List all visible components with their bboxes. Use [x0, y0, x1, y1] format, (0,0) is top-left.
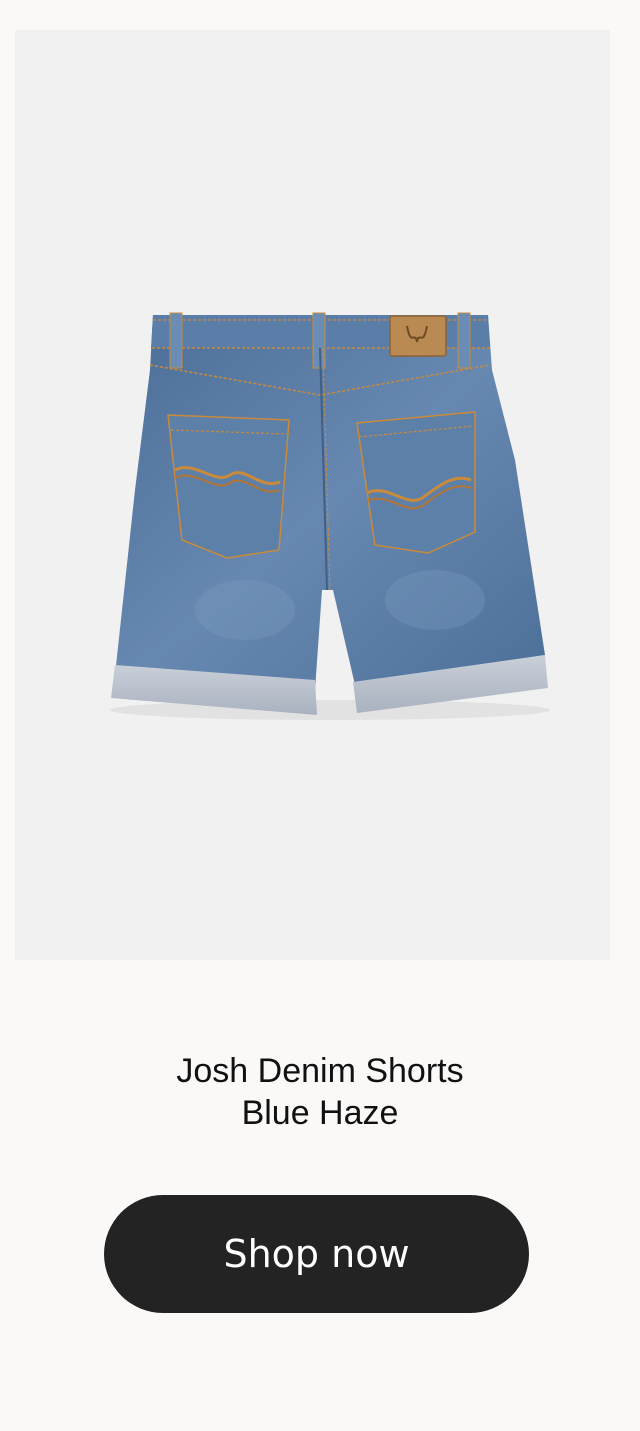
product-name: Josh Denim Shorts [176, 1052, 464, 1090]
belt-loop [169, 312, 183, 369]
back-pocket-right [356, 411, 476, 554]
belt-loop [457, 312, 471, 369]
product-image[interactable] [15, 30, 610, 960]
back-pocket-left [167, 414, 290, 559]
product-color: Blue Haze [241, 1094, 399, 1132]
product-title: Josh Denim Shorts Blue Haze [0, 1050, 640, 1134]
shop-now-button[interactable]: Shop now [104, 1195, 529, 1313]
denim-shorts-illustration [110, 312, 550, 720]
leather-patch-icon [389, 315, 447, 357]
